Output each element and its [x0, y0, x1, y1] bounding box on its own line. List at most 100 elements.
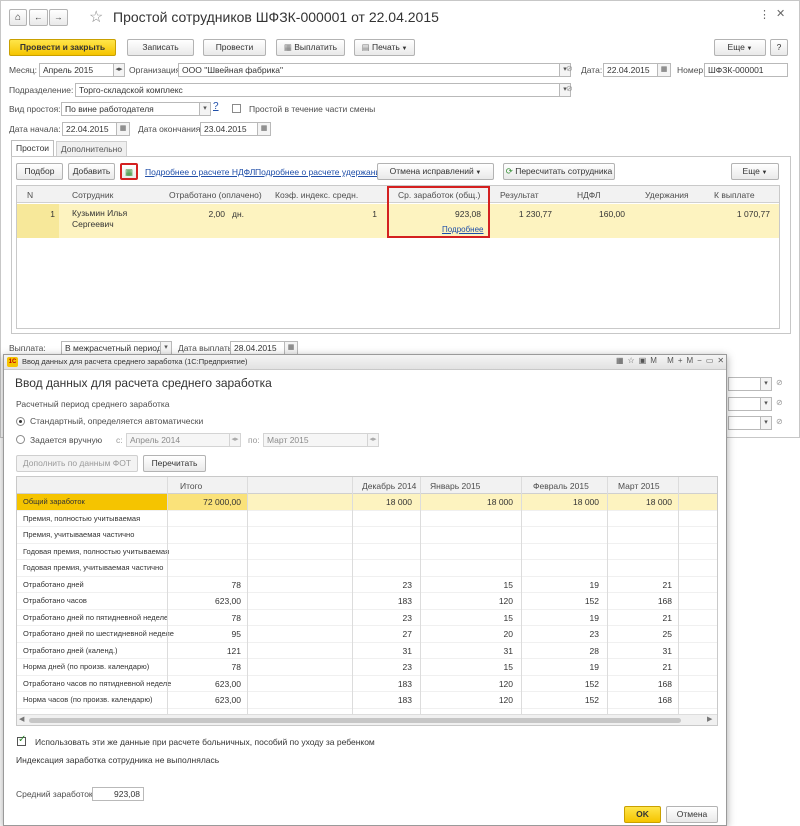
month-stepper[interactable]: ◂▸ — [114, 63, 125, 77]
fill-from-payroll-button[interactable]: Дополнить по данным ФОТ — [16, 455, 138, 472]
home-button[interactable]: ⌂ — [9, 9, 27, 26]
row-month-value: 120 — [498, 695, 513, 705]
row-month-value: 31 — [503, 645, 513, 656]
dialog-titlebar[interactable]: 1С Ввод данных для расчета среднего зара… — [4, 355, 726, 370]
division-field[interactable]: Торго-складской комплекс — [75, 83, 560, 97]
row-total: 623,00 — [215, 695, 241, 705]
start-date-field[interactable]: 22.04.2015 — [62, 122, 117, 136]
ndfl-details-link[interactable]: Подробнее о расчете НДФЛ — [145, 166, 255, 178]
grid-header-worked: Отработано (оплачено) — [169, 190, 262, 200]
window-close-icon[interactable]: ✕ — [776, 7, 785, 20]
division-open-icon[interactable]: ⊘ — [566, 84, 573, 93]
forward-button[interactable]: → — [49, 9, 68, 26]
scroll-thumb[interactable] — [29, 718, 681, 723]
organization-open-icon[interactable]: ⊘ — [566, 64, 573, 73]
print-button[interactable]: ▤ Печать ▼ — [354, 39, 415, 56]
payment-date-field[interactable]: 28.04.2015 — [230, 341, 285, 355]
checkmark-icon: ✓ — [18, 734, 27, 745]
tab-downtime[interactable]: Простои — [11, 140, 54, 157]
horizontal-scrollbar[interactable]: ◀ ▶ — [17, 714, 717, 725]
payment-field[interactable]: В межрасчетный период — [61, 341, 161, 355]
payment-dropdown[interactable]: ▾ — [161, 341, 172, 355]
tab-more-button[interactable]: Еще ▼ — [731, 163, 779, 180]
organization-field[interactable]: ООО "Швейная фабрика" — [178, 63, 560, 77]
downtime-type-field[interactable]: По вине работодателя — [61, 102, 200, 116]
fill-icon-button[interactable]: ▦ — [120, 163, 138, 180]
partial-shift-checkbox[interactable] — [232, 104, 241, 113]
radio-dot — [19, 420, 22, 423]
pick-button[interactable]: Подбор — [16, 163, 63, 180]
document-title: Простой сотрудников ШФЗК-000001 от 22.04… — [113, 9, 439, 25]
recalc-employee-button[interactable]: ⟳ Пересчитать сотрудника — [503, 163, 615, 180]
table-row[interactable]: Отработано дней (календ.) 121 31 31 28 31 — [17, 643, 717, 659]
table-row[interactable]: Отработано часов 623,00 183 120 152 168 — [17, 593, 717, 610]
month-field[interactable]: Апрель 2015 — [39, 63, 114, 77]
help-button[interactable]: ? — [770, 39, 788, 56]
table-row[interactable]: Годовая премия, полностью учитываемая — [17, 544, 717, 560]
help-question-icon[interactable]: ? — [213, 101, 219, 112]
back-button[interactable]: ← — [29, 9, 48, 26]
table-row[interactable]: Премия, учитываемая частично — [17, 527, 717, 544]
ok-button[interactable]: OK — [624, 806, 661, 823]
row-month-value: 21 — [662, 662, 672, 672]
table-row[interactable]: Отработано дней по пятидневной неделе 78 2… — [17, 610, 717, 626]
earnings-table: Итого Декабрь 2014 Январь 2015 Февраль 2… — [16, 476, 718, 726]
start-date-label: Дата начала: — [9, 124, 61, 134]
row-total: 623,00 — [215, 678, 241, 689]
favorite-star-icon[interactable]: ☆ — [89, 7, 103, 27]
window-more-icon[interactable]: ⋮ — [759, 8, 770, 21]
downtime-type-dropdown[interactable]: ▾ — [200, 102, 211, 116]
table-row[interactable]: Отработано дней по шестидневной неделе 95… — [17, 626, 717, 643]
row-label: Отработано дней (календ.) — [23, 645, 118, 655]
row-month-value: 18 000 — [386, 497, 412, 507]
table-row[interactable]: Норма дней (по произв. календарю) 78 23 15 1… — [17, 659, 717, 676]
row-month-value: 168 — [657, 596, 672, 606]
downtime-type-label: Вид простоя: — [9, 104, 61, 114]
row-month-value: 18 000 — [646, 497, 672, 507]
post-button[interactable]: Провести — [203, 39, 266, 56]
table-row[interactable]: Общий заработок 72 000,00 18 000 18 000 18 0… — [17, 494, 717, 511]
print-label: Печать — [371, 42, 400, 52]
calendar-icon[interactable]: ▦ — [285, 341, 298, 355]
tab-additional[interactable]: Дополнительно — [56, 141, 127, 156]
from-stepper[interactable]: ◂▸ — [230, 433, 241, 447]
table-row[interactable]: Премия, полностью учитываемая — [17, 511, 717, 527]
to-stepper[interactable]: ◂▸ — [368, 433, 379, 447]
pay-button[interactable]: ▦ Выплатить — [276, 39, 345, 56]
scroll-left-icon[interactable]: ◀ — [19, 715, 24, 723]
row-result: 1 230,77 — [518, 209, 552, 219]
to-field[interactable]: Март 2015 — [263, 433, 368, 447]
cancel-corrections-button[interactable]: Отмена исправлений ▼ — [377, 163, 494, 180]
to-label: по: — [248, 435, 260, 445]
table-row[interactable]: Отработано дней 78 23 15 19 21 — [17, 577, 717, 593]
save-button[interactable]: Записать — [127, 39, 194, 56]
table-row[interactable]: Норма часов (по произв. календарю) 623,00… — [17, 692, 717, 709]
calendar-icon[interactable]: ▦ — [258, 122, 271, 136]
radio-auto[interactable] — [16, 417, 25, 426]
post-and-close-button[interactable]: Провести и закрыть — [9, 39, 116, 56]
row-month-value: 120 — [498, 678, 513, 689]
reread-button[interactable]: Перечитать — [143, 455, 206, 472]
calendar-icon[interactable]: ▦ — [117, 122, 130, 136]
row-month-value: 152 — [584, 695, 599, 705]
more-label: Еще — [727, 42, 745, 52]
deductions-details-link[interactable]: Подробнее о расчете удержаний — [255, 166, 385, 178]
cancel-button[interactable]: Отмена — [666, 806, 718, 823]
number-field[interactable]: ШФЗК-000001 — [704, 63, 788, 77]
table-row[interactable]: Годовая премия, учитываемая частично — [17, 560, 717, 577]
end-date-field[interactable]: 23.04.2015 — [200, 122, 258, 136]
date-field[interactable]: 22.04.2015 — [603, 63, 658, 77]
from-field[interactable]: Апрель 2014 — [126, 433, 230, 447]
radio-manual[interactable] — [16, 435, 25, 444]
use-data-checkbox[interactable]: ✓ — [17, 734, 27, 746]
grid-line — [420, 477, 421, 714]
avg-details-link[interactable]: Подробнее — [442, 224, 484, 236]
more-button[interactable]: Еще ▼ — [714, 39, 766, 56]
scroll-right-icon[interactable]: ▶ — [707, 715, 712, 723]
employees-grid: N Сотрудник Отработано (оплачено) Коэф. … — [16, 185, 780, 329]
add-button[interactable]: Добавить — [68, 163, 115, 180]
calendar-icon[interactable]: ▦ — [658, 63, 671, 77]
avg-earnings-label: Средний заработок: — [16, 789, 96, 799]
table-row[interactable]: Отработано часов по пятидневной неделе 62… — [17, 676, 717, 692]
background-open-icon: ⊘ — [776, 378, 783, 387]
